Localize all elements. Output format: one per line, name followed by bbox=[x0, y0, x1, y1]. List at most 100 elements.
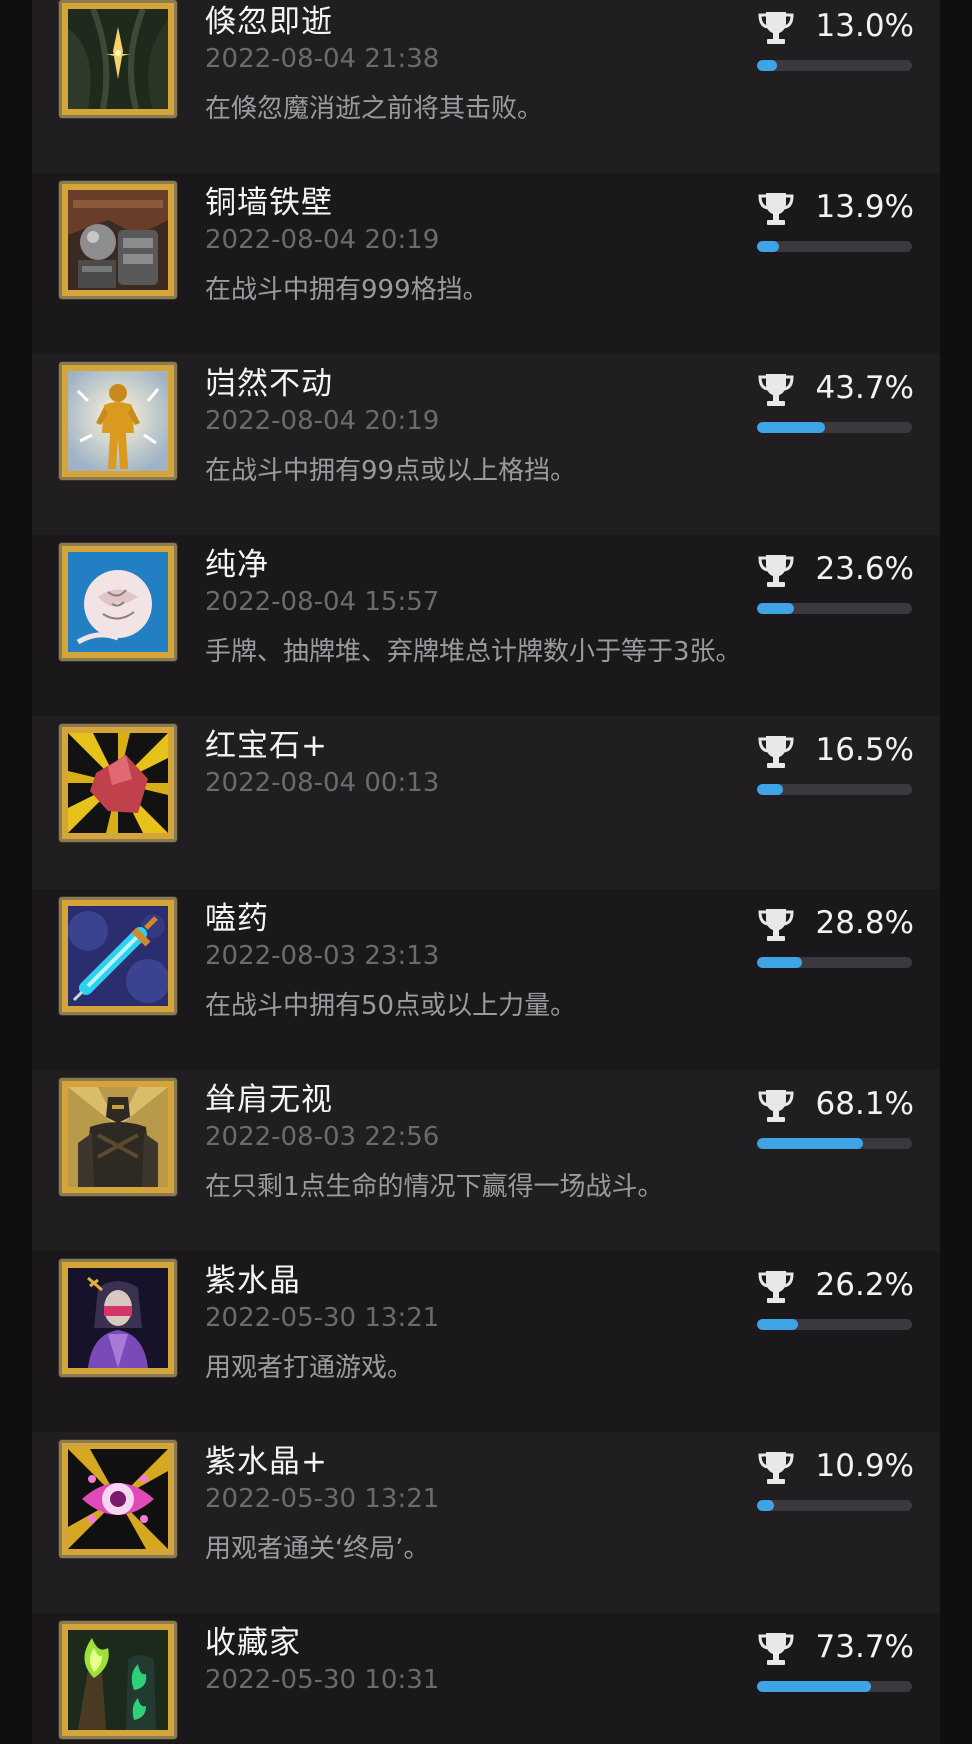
achievement-description: 手牌、抽牌堆、弃牌堆总计牌数小于等于3张。 bbox=[205, 637, 742, 667]
achievement-screen: 倏忽即逝 2022-08-04 21:38 在倏忽魔消逝之前将其击败。 13.0… bbox=[0, 0, 972, 1744]
red-gem-icon bbox=[68, 733, 168, 833]
unlock-progress-fill bbox=[757, 957, 802, 968]
achievement-icon-frame bbox=[59, 897, 177, 1015]
unlock-progress-fill bbox=[757, 1138, 863, 1149]
unlock-progress-bar bbox=[757, 60, 912, 71]
trophy-icon bbox=[758, 193, 794, 225]
achievement-row[interactable]: 耸肩无视 2022-08-03 22:56 在只剩1点生命的情况下赢得一场战斗。… bbox=[32, 1070, 940, 1251]
achievement-date: 2022-08-04 15:57 bbox=[205, 587, 440, 617]
achievement-title: 铜墙铁壁 bbox=[205, 185, 333, 221]
achievement-icon-frame bbox=[59, 181, 177, 299]
unlock-progress-fill bbox=[757, 784, 783, 795]
achievement-description: 用观者通关‘终局’。 bbox=[205, 1534, 430, 1564]
unlock-percent: 16.5% bbox=[815, 732, 914, 768]
unlock-progress-bar bbox=[757, 422, 912, 433]
achievement-title: 倏忽即逝 bbox=[205, 4, 333, 40]
achievement-list[interactable]: 倏忽即逝 2022-08-04 21:38 在倏忽魔消逝之前将其击败。 13.0… bbox=[32, 0, 940, 1744]
armored-fist-icon bbox=[68, 190, 168, 290]
achievement-icon-frame bbox=[59, 724, 177, 842]
trophy-icon bbox=[758, 1090, 794, 1122]
unlock-progress-fill bbox=[757, 1681, 872, 1692]
achievement-date: 2022-05-30 13:21 bbox=[205, 1484, 440, 1514]
achievement-title: 红宝石+ bbox=[205, 728, 328, 764]
achievement-icon-frame bbox=[59, 1259, 177, 1377]
achievement-date: 2022-08-04 00:13 bbox=[205, 768, 440, 798]
purple-eye-icon bbox=[68, 1449, 168, 1549]
unlock-progress-fill bbox=[757, 60, 778, 71]
unlock-progress-fill bbox=[757, 1500, 774, 1511]
trophy-icon bbox=[758, 1633, 794, 1665]
watcher-portrait-icon bbox=[68, 1268, 168, 1368]
achievement-row[interactable]: 收藏家 2022-05-30 10:31 73.7% bbox=[32, 1613, 940, 1744]
achievement-title: 紫水晶 bbox=[205, 1263, 301, 1299]
trophy-icon bbox=[758, 909, 794, 941]
achievement-date: 2022-08-04 20:19 bbox=[205, 225, 440, 255]
achievement-title: 收藏家 bbox=[205, 1625, 301, 1661]
unlock-progress-bar bbox=[757, 957, 912, 968]
green-flame-icon bbox=[68, 1630, 168, 1730]
unlock-percent: 28.8% bbox=[815, 905, 914, 941]
achievement-row[interactable]: 红宝石+ 2022-08-04 00:13 16.5% bbox=[32, 716, 940, 897]
unlock-percent: 13.0% bbox=[815, 8, 914, 44]
achievement-date: 2022-08-03 23:13 bbox=[205, 941, 440, 971]
unlock-progress-bar bbox=[757, 1319, 912, 1330]
achievement-description: 在倏忽魔消逝之前将其击败。 bbox=[205, 94, 544, 124]
achievement-icon-frame bbox=[59, 0, 177, 118]
achievement-row[interactable]: 铜墙铁壁 2022-08-04 20:19 在战斗中拥有999格挡。 13.9% bbox=[32, 173, 940, 354]
unlock-percent: 68.1% bbox=[815, 1086, 914, 1122]
achievement-title: 耸肩无视 bbox=[205, 1082, 333, 1118]
white-rose-icon bbox=[68, 552, 168, 652]
achievement-row[interactable]: 纯净 2022-08-04 15:57 手牌、抽牌堆、弃牌堆总计牌数小于等于3张… bbox=[32, 535, 940, 716]
unlock-progress-bar bbox=[757, 241, 912, 252]
trophy-icon bbox=[758, 1452, 794, 1484]
achievement-title: 岿然不动 bbox=[205, 366, 333, 402]
unlock-progress-fill bbox=[757, 1319, 798, 1330]
syringe-icon bbox=[68, 906, 168, 1006]
achievement-row[interactable]: 嗑药 2022-08-03 23:13 在战斗中拥有50点或以上力量。 28.8… bbox=[32, 889, 940, 1070]
trophy-icon bbox=[758, 374, 794, 406]
unlock-progress-bar bbox=[757, 1500, 912, 1511]
unlock-progress-bar bbox=[757, 603, 912, 614]
trophy-icon bbox=[758, 736, 794, 768]
achievement-date: 2022-08-03 22:56 bbox=[205, 1122, 440, 1152]
achievement-row[interactable]: 倏忽即逝 2022-08-04 21:38 在倏忽魔消逝之前将其击败。 13.0… bbox=[32, 0, 940, 173]
achievement-description: 在只剩1点生命的情况下赢得一场战斗。 bbox=[205, 1172, 664, 1202]
achievement-description: 在战斗中拥有99点或以上格挡。 bbox=[205, 456, 577, 486]
achievement-row[interactable]: 岿然不动 2022-08-04 20:19 在战斗中拥有99点或以上格挡。 43… bbox=[32, 354, 940, 535]
unlock-percent: 23.6% bbox=[815, 551, 914, 587]
achievement-description: 用观者打通游戏。 bbox=[205, 1353, 414, 1383]
trophy-icon bbox=[758, 12, 794, 44]
unlock-percent: 10.9% bbox=[815, 1448, 914, 1484]
trophy-icon bbox=[758, 1271, 794, 1303]
unlock-percent: 43.7% bbox=[815, 370, 914, 406]
unlock-progress-bar bbox=[757, 784, 912, 795]
achievement-title: 嗑药 bbox=[205, 901, 269, 937]
unlock-percent: 26.2% bbox=[815, 1267, 914, 1303]
achievement-row[interactable]: 紫水晶 2022-05-30 13:21 用观者打通游戏。 26.2% bbox=[32, 1251, 940, 1432]
achievement-row[interactable]: 紫水晶+ 2022-05-30 13:21 用观者通关‘终局’。 10.9% bbox=[32, 1432, 940, 1613]
unlock-progress-fill bbox=[757, 241, 779, 252]
achievement-title: 纯净 bbox=[205, 547, 269, 583]
achievement-title: 紫水晶+ bbox=[205, 1444, 328, 1480]
achievement-icon-frame bbox=[59, 1078, 177, 1196]
achievement-icon-frame bbox=[59, 362, 177, 480]
unlock-percent: 73.7% bbox=[815, 1629, 914, 1665]
unlock-progress-fill bbox=[757, 422, 825, 433]
achievement-date: 2022-05-30 10:31 bbox=[205, 1665, 440, 1695]
achievement-icon-frame bbox=[59, 543, 177, 661]
achievement-icon-frame bbox=[59, 1621, 177, 1739]
unlock-progress-bar bbox=[757, 1138, 912, 1149]
golden-statue-icon bbox=[68, 371, 168, 471]
achievement-date: 2022-08-04 21:38 bbox=[205, 44, 440, 74]
achievement-description: 在战斗中拥有50点或以上力量。 bbox=[205, 991, 577, 1021]
achievement-icon-frame bbox=[59, 1440, 177, 1558]
achievement-description: 在战斗中拥有999格挡。 bbox=[205, 275, 489, 305]
trophy-icon bbox=[758, 555, 794, 587]
unlock-progress-fill bbox=[757, 603, 794, 614]
unlock-progress-bar bbox=[757, 1681, 912, 1692]
shadow-sparkle-icon bbox=[68, 9, 168, 109]
achievement-date: 2022-08-04 20:19 bbox=[205, 406, 440, 436]
dark-knight-icon bbox=[68, 1087, 168, 1187]
unlock-percent: 13.9% bbox=[815, 189, 914, 225]
achievement-date: 2022-05-30 13:21 bbox=[205, 1303, 440, 1333]
